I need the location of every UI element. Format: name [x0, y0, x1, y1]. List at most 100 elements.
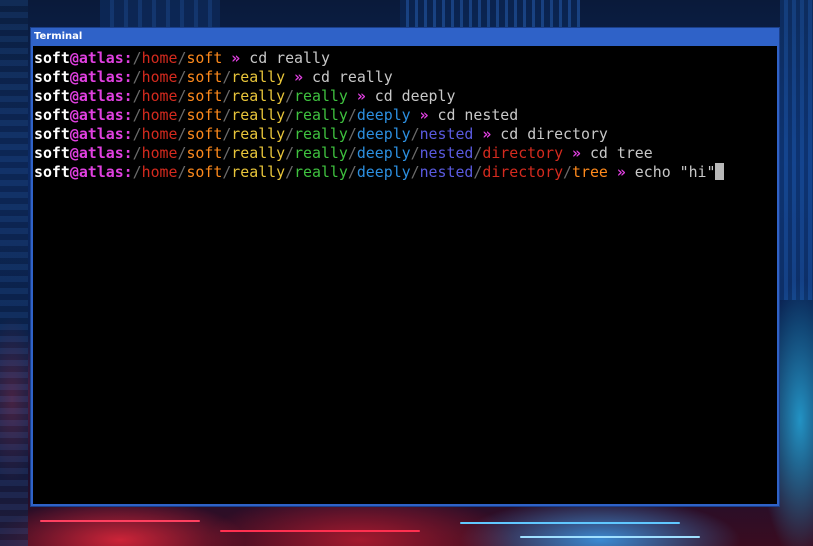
prompt-user: soft	[34, 68, 70, 86]
path-segment: directory	[482, 163, 564, 181]
terminal-output[interactable]: soft@atlas:/home/soft » cd really soft@at…	[33, 46, 777, 504]
command-text: cd really	[249, 49, 330, 67]
prompt-at: @	[69, 106, 79, 124]
path-segment: really	[294, 144, 348, 162]
path-segment: really	[294, 125, 348, 143]
path-segment: deeply	[356, 163, 411, 181]
path-segment: really	[231, 106, 286, 124]
path-separator: /	[222, 68, 232, 86]
path-separator: /	[410, 163, 420, 181]
path-separator: /	[132, 68, 142, 86]
path-segment: really	[294, 87, 348, 105]
prompt-arrow: »	[356, 87, 366, 105]
path-segment: nested	[419, 163, 474, 181]
command-text: echo "hi"	[634, 163, 716, 181]
prompt-user: soft	[34, 49, 70, 67]
path-segment: soft	[186, 68, 223, 86]
terminal-line: soft@atlas:/home/soft/really/really/deep…	[34, 125, 777, 144]
prompt-colon: :	[123, 144, 133, 162]
prompt-at: @	[69, 68, 79, 86]
command-text: cd nested	[437, 106, 519, 124]
command-text: cd tree	[589, 144, 653, 162]
prompt-host: atlas	[78, 125, 124, 143]
prompt-at: @	[69, 163, 79, 181]
terminal-line: soft@atlas:/home/soft/really/really/deep…	[34, 144, 777, 163]
path-separator: /	[285, 163, 295, 181]
path-segment: deeply	[356, 106, 411, 124]
terminal-line: soft@atlas:/home/soft/really/really/deep…	[34, 163, 777, 182]
terminal-line: soft@atlas:/home/soft/really/really » cd…	[34, 87, 777, 106]
terminal-window[interactable]: Terminal soft@atlas:/home/soft » cd real…	[30, 27, 780, 507]
command-text: cd really	[312, 68, 393, 86]
prompt-host: atlas	[78, 87, 124, 105]
path-segment: soft	[186, 49, 223, 67]
path-separator: /	[410, 125, 420, 143]
window-title: Terminal	[34, 31, 83, 42]
light-streak	[40, 520, 200, 522]
path-separator: /	[285, 144, 295, 162]
path-segment: really	[294, 163, 348, 181]
path-separator: /	[347, 144, 357, 162]
path-segment: home	[141, 49, 178, 67]
prompt-colon: :	[123, 87, 133, 105]
path-separator: /	[563, 163, 573, 181]
path-segment: really	[231, 87, 286, 105]
command-text: cd deeply	[374, 87, 456, 105]
path-segment: really	[231, 163, 286, 181]
prompt-host: atlas	[78, 68, 124, 86]
path-separator: /	[132, 163, 142, 181]
path-separator: /	[347, 163, 357, 181]
path-separator: /	[132, 49, 142, 67]
path-separator: /	[347, 125, 357, 143]
prompt-arrow: »	[482, 125, 492, 143]
prompt-at: @	[69, 144, 79, 162]
prompt-host: atlas	[78, 106, 124, 124]
path-separator: /	[473, 144, 483, 162]
terminal-line: soft@atlas:/home/soft/really » cd really	[34, 68, 777, 87]
background-building	[100, 0, 220, 30]
terminal-line: soft@atlas:/home/soft/really/really/deep…	[34, 106, 777, 125]
path-separator: /	[285, 125, 295, 143]
path-separator: /	[132, 87, 142, 105]
terminal-line: soft@atlas:/home/soft » cd really	[34, 49, 777, 68]
path-separator: /	[132, 106, 142, 124]
path-segment: directory	[482, 144, 564, 162]
path-separator: /	[132, 144, 142, 162]
light-streak	[460, 522, 680, 524]
command-text: cd directory	[500, 125, 608, 143]
prompt-colon: :	[123, 68, 133, 86]
prompt-at: @	[69, 87, 79, 105]
prompt-arrow: »	[294, 68, 304, 86]
prompt-user: soft	[34, 163, 70, 181]
light-streak	[220, 530, 420, 532]
path-segment: really	[231, 125, 286, 143]
prompt-colon: :	[123, 49, 133, 67]
path-segment: soft	[186, 125, 223, 143]
prompt-arrow: »	[572, 144, 581, 162]
background-building	[400, 0, 580, 30]
path-separator: /	[473, 163, 483, 181]
prompt-at: @	[69, 49, 79, 67]
prompt-colon: :	[123, 125, 133, 143]
prompt-user: soft	[34, 106, 70, 124]
path-segment: home	[141, 144, 178, 162]
path-separator: /	[222, 106, 232, 124]
prompt-arrow: »	[231, 49, 241, 67]
path-segment: deeply	[356, 125, 411, 143]
path-segment: soft	[186, 106, 223, 124]
prompt-host: atlas	[78, 49, 124, 67]
background-building	[0, 0, 28, 546]
path-segment: really	[231, 144, 286, 162]
path-segment: home	[141, 68, 178, 86]
prompt-user: soft	[34, 87, 70, 105]
light-streak	[520, 536, 700, 538]
prompt-user: soft	[34, 144, 70, 162]
path-segment: soft	[186, 144, 223, 162]
prompt-arrow: »	[419, 106, 429, 124]
path-segment: really	[231, 68, 286, 86]
prompt-at: @	[69, 125, 79, 143]
path-segment: really	[294, 106, 348, 124]
background-building	[780, 0, 813, 300]
path-segment: home	[141, 163, 178, 181]
path-segment: nested	[419, 125, 474, 143]
